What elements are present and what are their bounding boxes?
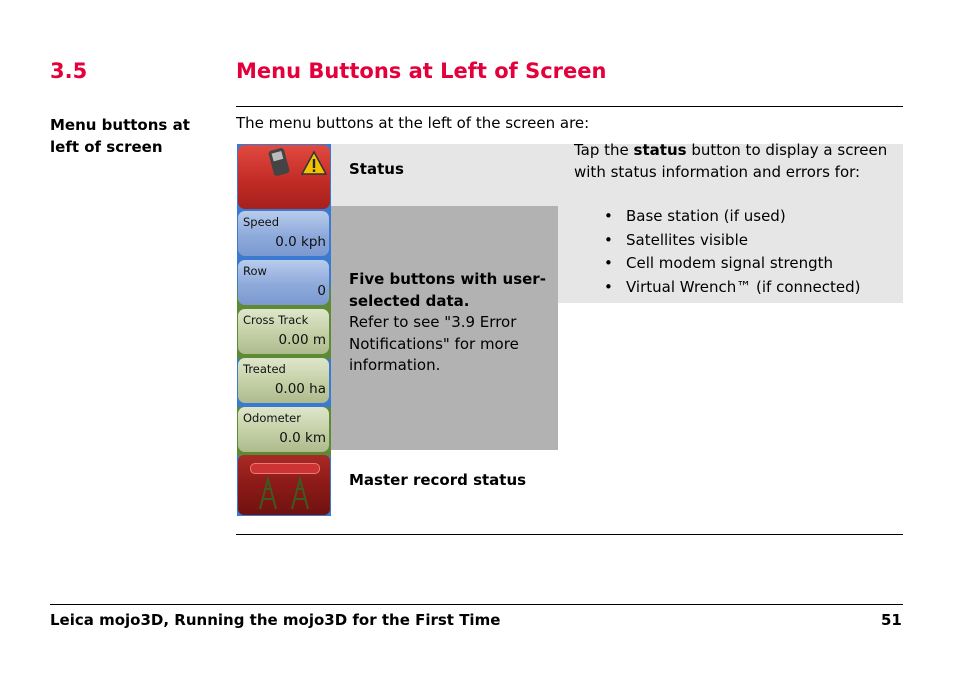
cross-track-button: Cross Track 0.00 m xyxy=(238,309,329,354)
page-number: 51 xyxy=(881,611,902,629)
bullet-text: Virtual Wrench™ (if connected) xyxy=(626,278,861,297)
table-bottom-rule xyxy=(236,534,903,535)
treated-value: 0.00 ha xyxy=(274,381,326,397)
status-info-bold: status xyxy=(633,141,687,159)
section-title: Menu Buttons at Left of Screen xyxy=(236,59,607,83)
bullet-text: Base station (if used) xyxy=(626,207,786,225)
device-menu-image: Speed 0.0 kph Row 0 Cross Track 0.00 m T… xyxy=(237,144,331,516)
speed-value: 0.0 kph xyxy=(275,234,326,250)
footer-rule xyxy=(50,604,903,605)
five-buttons-text: Five buttons with user-selected data. Ref… xyxy=(349,269,549,377)
odometer-value: 0.0 km xyxy=(279,430,326,446)
master-record-icon xyxy=(259,475,309,510)
side-label: Menu buttons at left of screen xyxy=(50,116,190,156)
odometer-label: Odometer xyxy=(243,411,301,425)
speed-label: Speed xyxy=(243,215,280,229)
cross-track-label: Cross Track xyxy=(243,313,309,327)
intro-text: The menu buttons at the left of the scre… xyxy=(236,114,590,132)
five-buttons-refer: Refer to see "3.9 Error Notifications" f… xyxy=(349,313,519,374)
warning-icon xyxy=(301,150,327,175)
cross-track-value: 0.00 m xyxy=(278,332,326,348)
cell-phone-icon xyxy=(267,147,291,177)
master-record-label: Master record status xyxy=(349,471,527,489)
bullet-text: Cell modem signal strength xyxy=(626,254,834,273)
status-info-text: Tap the status button to display a scree… xyxy=(574,140,894,183)
row-button: Row 0 xyxy=(238,260,329,305)
list-item: Satellites visible xyxy=(604,229,861,253)
status-info-pre: Tap the xyxy=(574,141,634,159)
master-record-button xyxy=(238,455,330,515)
five-buttons-bold: Five buttons with user-selected data. xyxy=(349,270,546,310)
treated-label: Treated xyxy=(243,362,286,376)
status-row-label: Status xyxy=(349,160,404,178)
section-number: 3.5 xyxy=(50,59,88,83)
footer-title: Leica mojo3D, Running the mojo3D for the… xyxy=(50,611,501,629)
odometer-button: Odometer 0.0 km xyxy=(238,407,329,452)
row-label: Row xyxy=(243,264,267,278)
treated-button: Treated 0.00 ha xyxy=(238,358,329,403)
row-value: 0 xyxy=(317,283,326,299)
status-bullet-list: Base station (if used) Satellites visibl… xyxy=(604,205,861,300)
master-record-bar xyxy=(250,463,320,474)
top-rule xyxy=(236,106,903,107)
status-button xyxy=(238,145,330,209)
list-item: Base station (if used) xyxy=(604,205,861,229)
speed-button: Speed 0.0 kph xyxy=(238,211,329,256)
list-item: Cell modem signal strength xyxy=(604,252,861,276)
bullet-text: Satellites visible xyxy=(626,230,748,249)
list-item: Virtual Wrench™ (if connected) xyxy=(604,276,861,300)
